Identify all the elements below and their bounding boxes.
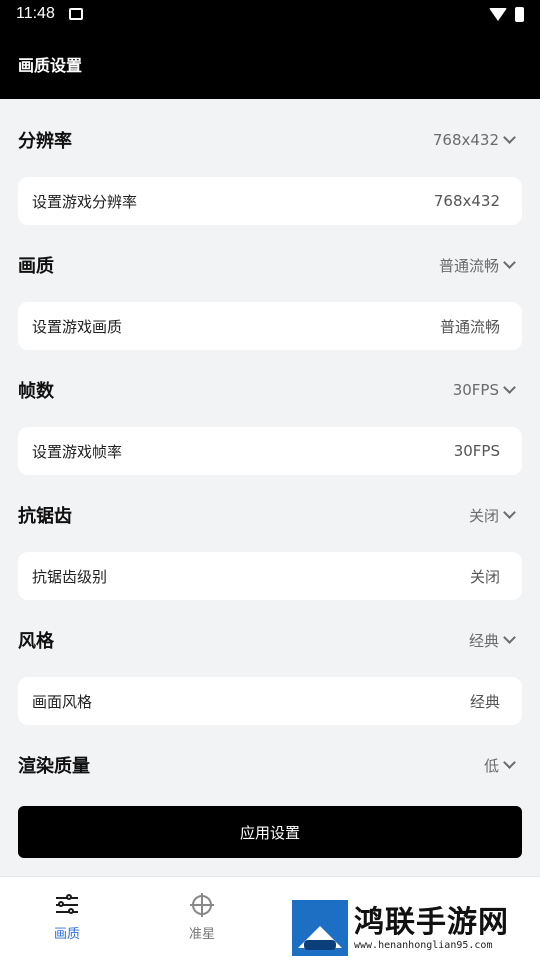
- chevron-down-icon: [503, 381, 516, 394]
- card-value: 768x432: [433, 192, 500, 210]
- section-title: 分辨率: [18, 131, 72, 152]
- card-value: 普通流畅: [439, 317, 500, 336]
- card-label: 抗锯齿级别: [32, 567, 108, 586]
- dropdown-value[interactable]: 768x432: [433, 131, 522, 149]
- style-dropdown[interactable]: 风格 经典: [18, 625, 522, 655]
- chevron-down-icon: [503, 131, 516, 144]
- nav-label: 画质: [53, 927, 80, 942]
- framerate-dropdown[interactable]: 帧数 30FPS: [18, 375, 522, 405]
- card-label: 设置游戏帧率: [32, 442, 123, 461]
- section-title: 渲染质量: [18, 756, 90, 777]
- section-title: 抗锯齿: [18, 506, 72, 527]
- chevron-down-icon: [503, 756, 516, 769]
- nav-tab-crosshair[interactable]: 准星: [167, 893, 237, 942]
- watermark: 鸿联手游网 www.henanhonglian95.com: [292, 900, 532, 956]
- card-value: 30FPS: [453, 442, 500, 460]
- sliders-icon: [56, 894, 78, 915]
- status-time: 11:48: [16, 5, 55, 22]
- image-notification-icon: [68, 8, 83, 20]
- watermark-logo-icon: [292, 900, 348, 956]
- nav-label: 准星: [188, 927, 215, 942]
- page-title: 画质设置: [18, 55, 83, 75]
- battery-icon: [515, 6, 524, 22]
- watermark-url: www.henanhonglian95.com: [354, 939, 493, 951]
- card-label: 设置游戏分辨率: [32, 192, 138, 211]
- status-bar: 11:48: [0, 0, 540, 28]
- dropdown-value[interactable]: 30FPS: [453, 381, 522, 399]
- resolution-dropdown[interactable]: 分辨率 768x432: [18, 125, 522, 155]
- wifi-icon: [489, 7, 507, 21]
- card-label: 设置游戏画质: [32, 317, 123, 336]
- dropdown-value[interactable]: 经典: [469, 630, 522, 651]
- antialiasing-dropdown[interactable]: 抗锯齿 关闭: [18, 500, 522, 530]
- app-bar: 画质设置: [0, 28, 540, 99]
- dropdown-value[interactable]: 关闭: [469, 505, 522, 526]
- chevron-down-icon: [503, 631, 516, 644]
- settings-content: 分辨率 768x432 设置游戏分辨率 768x432 画质 普通流畅 设置游戏…: [0, 99, 540, 876]
- chevron-down-icon: [503, 256, 516, 269]
- card-value: 经典: [469, 692, 500, 711]
- quality-dropdown[interactable]: 画质 普通流畅: [18, 250, 522, 280]
- chevron-down-icon: [503, 506, 516, 519]
- crosshair-icon: [190, 893, 214, 917]
- section-title: 画质: [18, 256, 54, 277]
- section-title: 风格: [18, 631, 54, 652]
- card-value: 关闭: [469, 567, 500, 586]
- apply-settings-button[interactable]: 应用设置: [18, 806, 522, 858]
- render-quality-dropdown[interactable]: 渲染质量 低: [18, 750, 522, 780]
- resolution-card[interactable]: 设置游戏分辨率 768x432: [18, 177, 522, 225]
- antialiasing-card[interactable]: 抗锯齿级别 关闭: [18, 552, 522, 600]
- nav-tab-quality[interactable]: 画质: [32, 894, 102, 942]
- quality-card[interactable]: 设置游戏画质 普通流畅: [18, 302, 522, 350]
- style-card[interactable]: 画面风格 经典: [18, 677, 522, 725]
- section-title: 帧数: [18, 381, 54, 402]
- dropdown-value[interactable]: 低: [484, 755, 522, 776]
- framerate-card[interactable]: 设置游戏帧率 30FPS: [18, 427, 522, 475]
- dropdown-value[interactable]: 普通流畅: [439, 255, 522, 276]
- watermark-title: 鸿联手游网: [354, 904, 509, 940]
- card-label: 画面风格: [32, 692, 93, 711]
